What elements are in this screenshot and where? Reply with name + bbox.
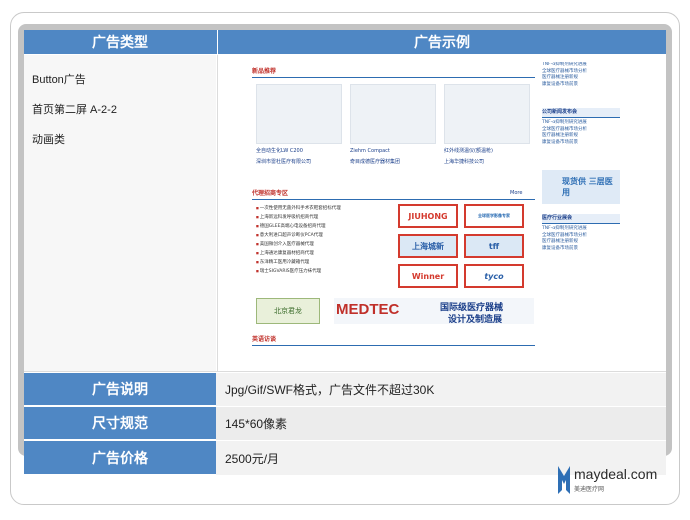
logo-button-ad[interactable]: JIUHONG xyxy=(398,204,458,228)
list-item[interactable]: 一次性使用无菌外科手术衣鞋套招标代理 xyxy=(256,204,396,213)
list-item[interactable]: 瑞士SIGVARIS医疗压力袜代理 xyxy=(256,267,396,276)
brand-subtitle: 美迪医疗网 xyxy=(574,486,605,493)
logo-button-ad[interactable]: tff xyxy=(464,234,524,258)
product-card[interactable]: 红外线测温仪(额温枪) 上海华捷科技公司 xyxy=(444,84,530,166)
ad-type-cell: Button广告 首页第二屏 A-2-2 动画类 xyxy=(24,55,216,371)
ad-type-line: 首页第二屏 A-2-2 xyxy=(32,104,117,116)
product-company: 深圳市雷杜医疗有限公司 xyxy=(256,159,312,165)
products-title: 新品推荐 xyxy=(252,66,535,78)
list-item[interactable]: 意大利进口超声诊断仪PCA代理 xyxy=(256,231,396,240)
side-line[interactable]: 康复设备市场前景 xyxy=(542,82,620,89)
logo-button-ad[interactable]: tyco xyxy=(464,264,524,288)
product-company: 奇目成德医疗器材集团 xyxy=(350,159,401,165)
info-label: 尺寸规范 xyxy=(24,407,216,440)
side-banner-ad[interactable]: 现货供 三层医用 xyxy=(542,170,620,204)
side-section-title: 公司新闻发布会 xyxy=(542,108,620,118)
beijing-junlong-banner[interactable]: 北京君龙 xyxy=(256,298,320,324)
ad-spec-table: 广告类型 广告示例 Button广告 首页第二屏 A-2-2 动画类 新品推荐 … xyxy=(24,30,666,475)
info-row-size: 尺寸规范 145*60像素 xyxy=(24,407,666,440)
table-header: 广告类型 广告示例 xyxy=(24,30,666,54)
product-name: Ziehm Compact xyxy=(350,148,390,154)
medtec-line2: 设计及制造展 xyxy=(448,315,503,325)
agents-title: 代理招商专区 xyxy=(252,188,535,200)
maydeal-logo: maydeal.com 美迪医疗网 xyxy=(556,462,666,496)
info-value: 145*60像素 xyxy=(225,417,288,431)
side-line[interactable]: 康复设备市场前景 xyxy=(542,246,620,253)
header-ad-example: 广告示例 xyxy=(217,30,666,54)
agent-news-list: 一次性使用无菌外科手术衣鞋套招标代理 上海新远科发呼吸机招商代理 德国GLEE高… xyxy=(256,204,396,276)
list-item[interactable]: 上海通达康复器材招商代理 xyxy=(256,249,396,258)
list-item[interactable]: 德国GLEE高端心电设备招商代理 xyxy=(256,222,396,231)
header-ad-type: 广告类型 xyxy=(92,35,148,51)
side-section-title: 医疗行业展会 xyxy=(542,214,620,224)
side-line[interactable]: 康复设备市场前景 xyxy=(542,140,620,147)
product-name: 全自动生化LW C200 xyxy=(256,148,303,154)
list-item[interactable]: 美国微创介入医疗器械代理 xyxy=(256,240,396,249)
product-image xyxy=(444,84,530,144)
product-company: 上海华捷科技公司 xyxy=(444,159,485,165)
more-link[interactable]: More xyxy=(510,190,522,196)
logo-button-ad[interactable]: Winner xyxy=(398,264,458,288)
info-row-description: 广告说明 Jpg/Gif/SWF格式，广告文件不超过30K xyxy=(24,373,666,406)
logo-button-ad[interactable]: 全球医学影像专家 xyxy=(464,204,524,228)
list-item[interactable]: 上海新远科发呼吸机招商代理 xyxy=(256,213,396,222)
info-label: 广告说明 xyxy=(24,373,216,406)
product-image xyxy=(350,84,436,144)
info-value: Jpg/Gif/SWF格式，广告文件不超过30K xyxy=(225,383,435,397)
product-card[interactable]: 全自动生化LW C200 深圳市雷杜医疗有限公司 xyxy=(256,84,342,166)
example-main-column: 新品推荐 全自动生化LW C200 深圳市雷杜医疗有限公司 Ziehm Comp… xyxy=(252,62,539,348)
product-name: 红外线测温仪(额温枪) xyxy=(444,148,493,154)
product-image xyxy=(256,84,342,144)
medtec-banner[interactable]: MEDTEC 国际级医疗器械 设计及制造展 xyxy=(334,298,534,325)
ad-example-cell: 新品推荐 全自动生化LW C200 深圳市雷杜医疗有限公司 Ziehm Comp… xyxy=(217,55,666,371)
logo-button-ad[interactable]: 上海城新 xyxy=(398,234,458,258)
interview-title: 英语访谈 xyxy=(252,334,535,346)
medtec-logo-text: MEDTEC xyxy=(336,301,400,318)
product-card[interactable]: Ziehm Compact 奇目成德医疗器材集团 xyxy=(350,84,436,166)
example-side-column: TNF-α抑制剂研究进展 全球医疗器械市场分析 医疗器械注册新规 康复设备市场前… xyxy=(542,62,620,348)
ad-type-line: Button广告 xyxy=(32,74,86,86)
ad-example-screenshot: 新品推荐 全自动生化LW C200 深圳市雷杜医疗有限公司 Ziehm Comp… xyxy=(252,62,620,348)
ad-type-line: 动画类 xyxy=(32,134,65,146)
maydeal-logo-icon xyxy=(558,466,570,494)
list-item[interactable]: 东洋精工医用冷藏箱代理 xyxy=(256,258,396,267)
brand-name: maydeal.com xyxy=(574,466,658,482)
example-row: Button广告 首页第二屏 A-2-2 动画类 新品推荐 全自动生化LW C2… xyxy=(24,55,666,372)
info-label: 广告价格 xyxy=(24,441,216,475)
